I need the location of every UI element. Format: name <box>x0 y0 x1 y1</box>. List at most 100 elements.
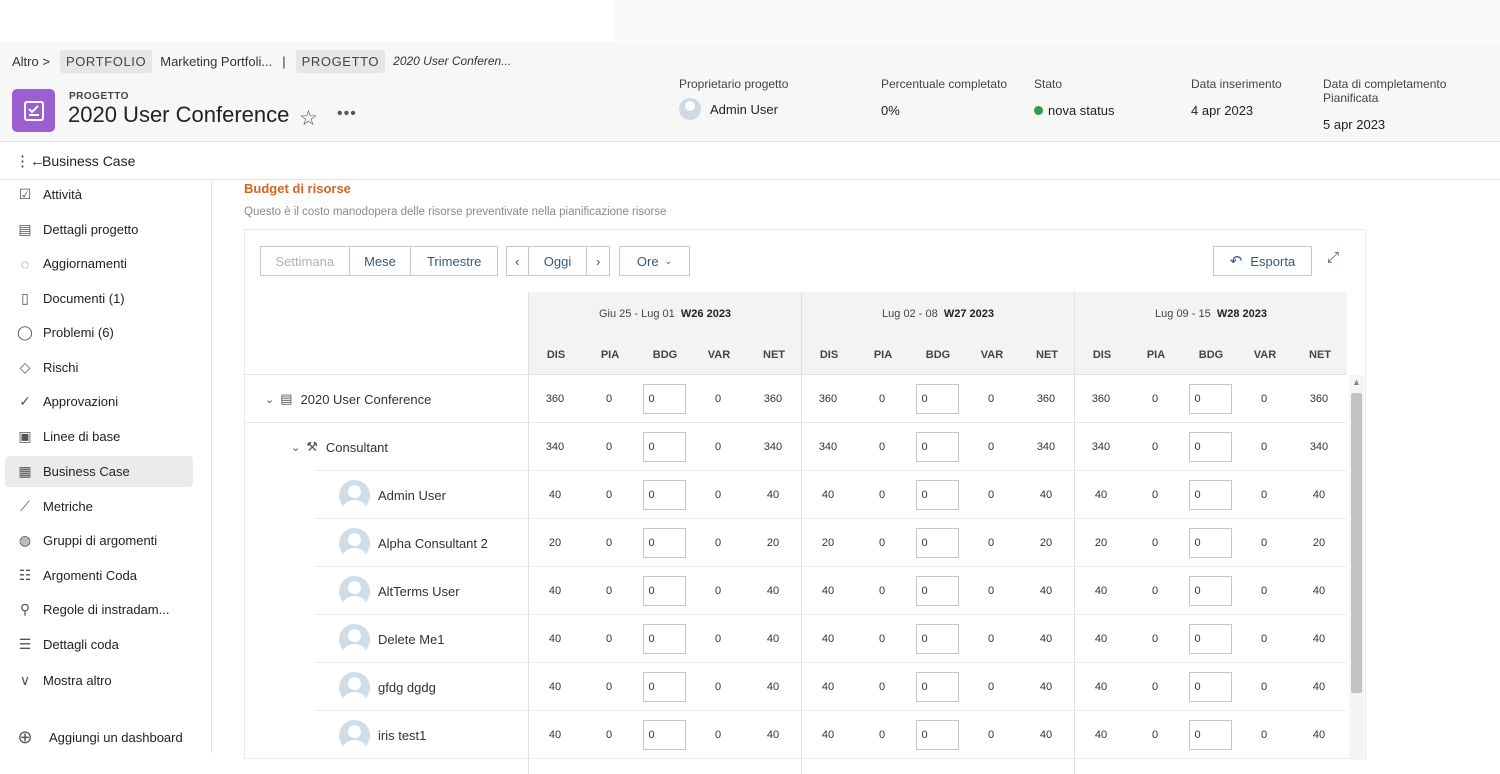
value-cell: 0 <box>878 441 886 453</box>
export-button[interactable]: ↶ Esporta <box>1213 246 1312 276</box>
budget-input-cell <box>910 423 964 471</box>
unit-dropdown[interactable]: Ore ⌄ <box>619 246 690 276</box>
value-cell: 0 <box>605 537 613 549</box>
budget-input[interactable] <box>642 672 686 702</box>
row-label[interactable]: Admin User <box>378 488 446 503</box>
budget-input[interactable] <box>642 432 686 462</box>
budget-input[interactable] <box>1188 624 1232 654</box>
sidebar-item[interactable]: ◯ Problemi (6) <box>5 317 193 348</box>
value-cell: 40 <box>766 633 780 645</box>
sidebar-item[interactable]: ☰ Dettagli coda <box>5 629 193 660</box>
table-row: ⌄ ⚒ Consultant 340 0 0 340 340 0 0 340 340 0 0 340 <box>245 422 1346 470</box>
budget-input[interactable] <box>642 384 686 414</box>
value-cell: 40 <box>1312 585 1326 597</box>
owner-value[interactable]: Admin User <box>679 98 788 120</box>
column-header: NET <box>1036 349 1058 361</box>
budget-input[interactable] <box>915 576 959 606</box>
sidebar-item[interactable]: ☷ Argomenti Coda <box>5 560 193 591</box>
quarter-button[interactable]: Trimestre <box>411 247 497 275</box>
budget-input[interactable] <box>915 480 959 510</box>
budget-input[interactable] <box>1188 384 1232 414</box>
chevron-right-icon[interactable]: › <box>587 247 609 275</box>
planned-date-label: Data di completamento Pianificata <box>1323 77 1447 105</box>
chevron-down-icon[interactable]: ⌄ <box>291 441 300 454</box>
budget-input[interactable] <box>1188 480 1232 510</box>
sidebar-item[interactable]: ▣ Linee di base <box>5 421 193 452</box>
sidebar-item[interactable]: ∨ Mostra altro <box>5 665 193 696</box>
budget-input[interactable] <box>915 720 959 750</box>
sidebar-item[interactable]: ◇ Rischi <box>5 352 193 383</box>
sidebar-item[interactable]: ⚲ Regole di instradam... <box>5 594 193 625</box>
value-cell: 20 <box>821 537 835 549</box>
add-dashboard-label: Aggiungi un dashboard <box>49 730 183 745</box>
sidebar-item[interactable]: ▤ Dettagli progetto <box>5 214 193 245</box>
row-label[interactable]: Delete Me1 <box>378 632 444 647</box>
unit-dropdown-label: Ore <box>636 253 659 269</box>
budget-input[interactable] <box>1188 528 1232 558</box>
value-cell: 40 <box>821 729 835 741</box>
status-badge[interactable]: nova status <box>1034 103 1115 118</box>
row-label[interactable]: gfdg dgdg <box>378 680 436 695</box>
budget-input[interactable] <box>1188 576 1232 606</box>
sidebar-item[interactable]: ⟋ Metriche <box>5 491 193 522</box>
chevron-down-icon[interactable]: ⌄ <box>265 393 274 406</box>
value-cell: 0 <box>605 585 613 597</box>
scrollbar-thumb[interactable] <box>1351 393 1362 693</box>
table-row: Alpha Consultant 2 20 0 0 20 20 0 0 20 20 0 0 20 <box>315 518 1346 566</box>
chevron-left-icon[interactable]: ‹ <box>507 247 529 275</box>
value-cell: 0 <box>1151 729 1159 741</box>
value-cell: 0 <box>987 441 995 453</box>
scroll-up-icon[interactable]: ▲ <box>1352 377 1361 387</box>
chart-line-icon: ⟋ <box>20 498 30 514</box>
sidebar-item[interactable]: ◍ Gruppi di argomenti <box>5 525 193 556</box>
budget-input[interactable] <box>642 528 686 558</box>
queue-details-icon: ☰ <box>18 636 32 652</box>
row-label[interactable]: iris test1 <box>378 728 426 743</box>
more-icon[interactable]: ••• <box>337 105 357 123</box>
budget-input[interactable] <box>915 624 959 654</box>
breadcrumb-other[interactable]: Altro > <box>12 54 50 69</box>
sidebar-item[interactable]: ✓ Approvazioni <box>5 386 193 417</box>
budget-input[interactable] <box>915 384 959 414</box>
budget-input[interactable] <box>642 624 686 654</box>
budget-input[interactable] <box>642 576 686 606</box>
row-label[interactable]: Consultant <box>326 440 388 455</box>
budget-input[interactable] <box>915 528 959 558</box>
sidebar-item[interactable]: ▯ Documenti (1) <box>5 283 193 314</box>
add-dashboard-button[interactable]: ⊕ Aggiungi un dashboard <box>5 722 193 753</box>
value-cell: 340 <box>1091 441 1111 453</box>
breadcrumb-project-link[interactable]: 2020 User Conferen... <box>393 54 511 68</box>
budget-input[interactable] <box>1188 720 1232 750</box>
budget-input[interactable] <box>915 672 959 702</box>
row-label[interactable]: Alpha Consultant 2 <box>378 536 488 551</box>
value-cell: 0 <box>1260 489 1268 501</box>
budget-input-cell <box>1183 711 1237 759</box>
budget-input[interactable] <box>1188 432 1232 462</box>
collapse-sidebar-icon[interactable]: ⋮← <box>15 152 45 170</box>
vertical-scrollbar[interactable]: ▲ <box>1349 375 1364 760</box>
budget-input[interactable] <box>915 432 959 462</box>
expand-icon[interactable]: ⤢ <box>1327 249 1339 266</box>
budget-input[interactable] <box>642 720 686 750</box>
avatar <box>679 98 701 120</box>
value-cell: 40 <box>1039 681 1053 693</box>
budget-input-cell <box>637 663 691 711</box>
budget-input-cell <box>910 471 964 519</box>
sidebar-item[interactable]: ◌ Aggiornamenti <box>5 248 193 279</box>
date-navigator: ‹ Oggi › <box>506 246 610 276</box>
star-icon[interactable]: ☆ <box>299 106 318 131</box>
sidebar-item[interactable]: ▦ Business Case <box>5 456 193 487</box>
project-icon <box>12 89 55 132</box>
row-label[interactable]: 2020 User Conference <box>301 392 432 407</box>
breadcrumb-portfolio-link[interactable]: Marketing Portfoli... <box>160 54 272 69</box>
today-button[interactable]: Oggi <box>529 247 588 275</box>
budget-input[interactable] <box>1188 672 1232 702</box>
row-name: iris test1 <box>339 711 426 759</box>
month-button[interactable]: Mese <box>350 247 412 275</box>
sidebar-item[interactable]: ☑ Attività <box>5 179 193 210</box>
value-cell: 0 <box>987 681 995 693</box>
budget-input-cell <box>1183 567 1237 615</box>
row-label[interactable]: AltTerms User <box>378 584 460 599</box>
budget-input[interactable] <box>642 480 686 510</box>
week-button[interactable]: Settimana <box>261 247 350 275</box>
